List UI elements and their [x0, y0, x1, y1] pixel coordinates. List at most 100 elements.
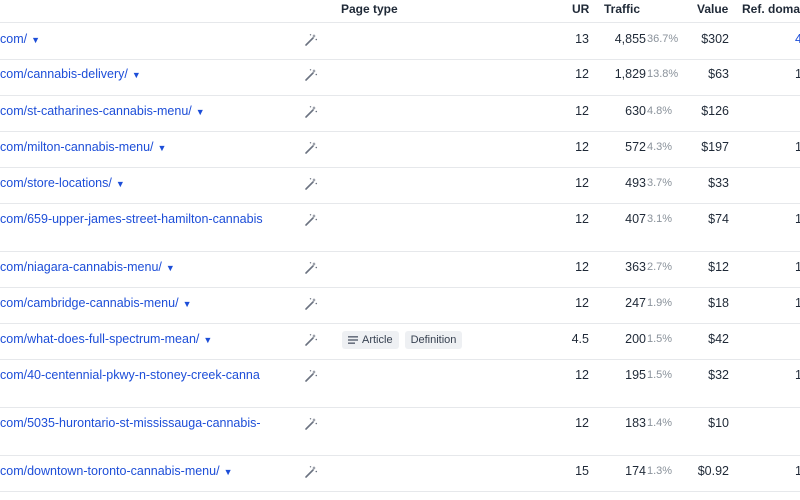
traffic-value[interactable]: 630: [625, 104, 646, 118]
page-url-text[interactable]: com/what-does-full-spectrum-mean/: [0, 332, 199, 346]
column-header-value[interactable]: Value: [697, 2, 728, 16]
ref-domains-value[interactable]: 1: [795, 212, 800, 226]
magic-wand-icon[interactable]: [304, 417, 318, 431]
page-url-text[interactable]: com/5035-hurontario-st-mississauga-canna…: [0, 416, 261, 430]
traffic-value[interactable]: 407: [625, 212, 646, 226]
ref-domains-value[interactable]: 1: [795, 140, 800, 154]
ur-value: 12: [575, 104, 589, 118]
page-url-link[interactable]: com/cambridge-cannabis-menu/ ▼: [0, 296, 300, 310]
page-type-tag-label: Definition: [410, 334, 457, 346]
traffic-share: 3.7%: [647, 177, 673, 189]
table-header: Page type UR Traffic Value Ref. doma: [0, 0, 800, 22]
table-row: com/cambridge-cannabis-menu/ ▼ 12 247 1.9% $1…: [0, 287, 800, 324]
traffic-share: 13.8%: [647, 68, 679, 80]
page-url-link[interactable]: com/downtown-toronto-cannabis-menu/ ▼: [0, 464, 300, 478]
traffic-value-usd: $0.92: [697, 464, 729, 478]
page-url-text[interactable]: com/store-locations/: [0, 176, 112, 190]
column-header-ur[interactable]: UR: [572, 2, 589, 16]
magic-wand-icon[interactable]: [304, 297, 318, 311]
table-row: com/40-centennial-pkwy-n-stoney-creek-ca…: [0, 359, 800, 408]
traffic-value[interactable]: 493: [625, 176, 646, 190]
chevron-down-icon[interactable]: ▼: [132, 70, 141, 80]
page-url-link[interactable]: com/659-upper-james-street-hamilton-cann…: [0, 212, 300, 226]
traffic-value[interactable]: 195: [625, 368, 646, 382]
table-row: com/downtown-toronto-cannabis-menu/ ▼ 15 17…: [0, 455, 800, 492]
chevron-down-icon[interactable]: ▼: [224, 467, 233, 477]
traffic-value-usd: $10: [708, 416, 729, 430]
page-url-text[interactable]: com/niagara-cannabis-menu/: [0, 260, 162, 274]
table-row: com/milton-cannabis-menu/ ▼ 12 572 4.3% $197 1: [0, 131, 800, 168]
traffic-value-usd: $32: [708, 368, 729, 382]
traffic-value-usd: $302: [701, 32, 729, 46]
page-url-text[interactable]: com/cannabis-delivery/: [0, 67, 128, 81]
traffic-value[interactable]: 174: [625, 464, 646, 478]
column-header-page-type[interactable]: Page type: [341, 2, 398, 16]
magic-wand-icon[interactable]: [304, 333, 318, 347]
page-url-link[interactable]: com/niagara-cannabis-menu/ ▼: [0, 260, 300, 274]
magic-wand-icon[interactable]: [304, 465, 318, 479]
page-url-link[interactable]: com/cannabis-delivery/ ▼: [0, 67, 300, 81]
chevron-down-icon[interactable]: ▼: [116, 179, 125, 189]
ur-value: 12: [575, 368, 589, 382]
page-url-link[interactable]: com/st-catharines-cannabis-menu/ ▼: [0, 104, 300, 118]
chevron-down-icon[interactable]: ▼: [31, 35, 40, 45]
traffic-value[interactable]: 200: [625, 332, 646, 346]
table-row: com/5035-hurontario-st-mississauga-canna…: [0, 407, 800, 456]
chevron-down-icon[interactable]: ▼: [166, 263, 175, 273]
traffic-value-usd: $126: [701, 104, 729, 118]
column-header-traffic[interactable]: Traffic: [604, 2, 640, 16]
magic-wand-icon[interactable]: [304, 177, 318, 191]
page-url-text[interactable]: com/40-centennial-pkwy-n-stoney-creek-ca…: [0, 368, 260, 382]
magic-wand-icon[interactable]: [304, 105, 318, 119]
traffic-value-usd: $74: [708, 212, 729, 226]
column-header-ref-domains[interactable]: Ref. doma: [742, 2, 800, 16]
ur-value: 12: [575, 176, 589, 190]
ref-domains-value[interactable]: 1: [795, 368, 800, 382]
page-url-text[interactable]: com/659-upper-james-street-hamilton-cann…: [0, 212, 263, 226]
chevron-down-icon[interactable]: ▼: [158, 143, 167, 153]
table-row: com/niagara-cannabis-menu/ ▼ 12 363 2.7% $12 1: [0, 251, 800, 288]
page-url-text[interactable]: com/st-catharines-cannabis-menu/: [0, 104, 192, 118]
magic-wand-icon[interactable]: [304, 33, 318, 47]
traffic-share: 4.3%: [647, 141, 673, 153]
page-type-tags: Article Definition: [342, 331, 463, 349]
chevron-down-icon[interactable]: ▼: [183, 299, 192, 309]
ref-domains-value[interactable]: 1: [795, 260, 800, 274]
traffic-value[interactable]: 183: [625, 416, 646, 430]
chevron-down-icon[interactable]: ▼: [203, 335, 212, 345]
page-url-text[interactable]: com/downtown-toronto-cannabis-menu/: [0, 464, 220, 478]
traffic-value[interactable]: 4,855: [615, 32, 646, 46]
traffic-share: 1.4%: [647, 417, 673, 429]
ur-value: 4.5: [571, 332, 589, 346]
traffic-value[interactable]: 247: [625, 296, 646, 310]
traffic-share: 1.5%: [647, 333, 673, 345]
chevron-down-icon[interactable]: ▼: [196, 107, 205, 117]
page-url-link[interactable]: com/store-locations/ ▼: [0, 176, 300, 190]
traffic-value[interactable]: 1,829: [615, 67, 646, 81]
page-url-link[interactable]: com/ ▼: [0, 32, 300, 46]
page-type-tag-label: Article: [362, 334, 393, 346]
magic-wand-icon[interactable]: [304, 141, 318, 155]
ur-value: 12: [575, 67, 589, 81]
page-url-link[interactable]: com/5035-hurontario-st-mississauga-canna…: [0, 416, 300, 430]
magic-wand-icon[interactable]: [304, 261, 318, 275]
magic-wand-icon[interactable]: [304, 68, 318, 82]
page-url-text[interactable]: com/cambridge-cannabis-menu/: [0, 296, 179, 310]
traffic-value-usd: $18: [708, 296, 729, 310]
magic-wand-icon[interactable]: [304, 213, 318, 227]
page-url-text[interactable]: com/: [0, 32, 27, 46]
page-url-text[interactable]: com/milton-cannabis-menu/: [0, 140, 154, 154]
page-url-link[interactable]: com/what-does-full-spectrum-mean/ ▼: [0, 332, 300, 346]
magic-wand-icon[interactable]: [304, 369, 318, 383]
page-url-link[interactable]: com/milton-cannabis-menu/ ▼: [0, 140, 300, 154]
ref-domains-value[interactable]: 4: [795, 32, 800, 46]
page-url-link[interactable]: com/40-centennial-pkwy-n-stoney-creek-ca…: [0, 368, 300, 382]
traffic-value[interactable]: 572: [625, 140, 646, 154]
page-type-tag: Article: [342, 331, 399, 349]
ref-domains-value[interactable]: 1: [795, 67, 800, 81]
traffic-value[interactable]: 363: [625, 260, 646, 274]
ref-domains-value[interactable]: 1: [795, 464, 800, 478]
ref-domains-value[interactable]: 1: [795, 296, 800, 310]
table-row: com/ ▼ 13 4,855 36.7% $302 4: [0, 22, 800, 60]
traffic-value-usd: $42: [708, 332, 729, 346]
